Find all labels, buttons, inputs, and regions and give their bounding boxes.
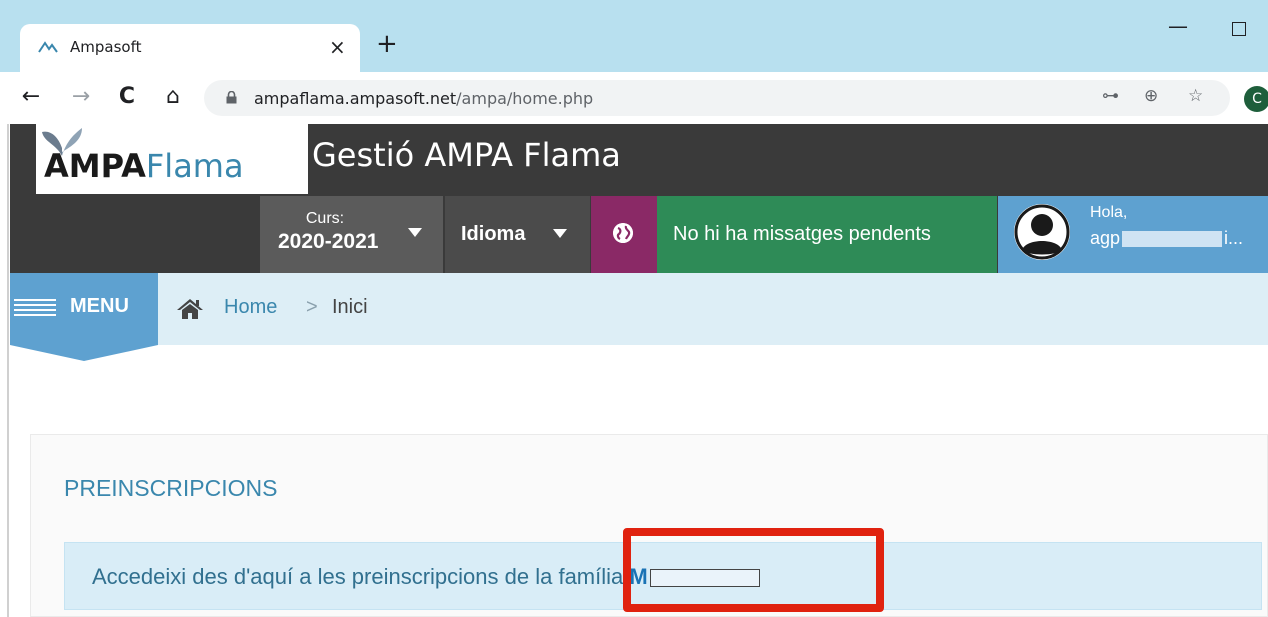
user-menu[interactable]: Hola, agp i... [998, 196, 1268, 273]
profile-avatar[interactable]: C [1244, 86, 1268, 112]
app-title: Gestió AMPA Flama [312, 136, 621, 174]
panel-title: PREINSCRIPCIONS [64, 475, 278, 501]
breadcrumb: MENU Home > Inici [10, 273, 1268, 345]
forward-arrow-icon[interactable]: → [66, 82, 96, 112]
username-prefix: agp [1090, 228, 1121, 248]
url-host: ampaflama.ampasoft.net [254, 89, 457, 108]
menu-button[interactable]: MENU [10, 273, 158, 345]
globe-icon [613, 223, 633, 243]
breadcrumb-separator: > [306, 296, 318, 318]
page-left-border [7, 124, 9, 617]
messages-status[interactable]: No hi ha missatges pendents [657, 196, 997, 273]
url-path: /ampa/home.php [456, 89, 594, 108]
url-text: ampaflama.ampasoft.net/ampa/home.php [254, 89, 593, 108]
app-header: AMPAFlama Gestió AMPA Flama [10, 124, 1268, 196]
screenshot-root: Ampasoft × + — ← → C ⌂ ampaflama.ampasof… [0, 0, 1268, 617]
idioma-label: Idioma [461, 223, 526, 245]
username-suffix: i... [1224, 228, 1244, 248]
tab-close-icon[interactable]: × [329, 35, 346, 59]
highlight-annotation [623, 528, 884, 612]
reload-icon[interactable]: C [112, 82, 142, 112]
messages-label: No hi ha missatges pendents [673, 223, 931, 245]
curs-dropdown[interactable]: Curs: 2020-2021 [260, 196, 443, 273]
browser-tab-bar: Ampasoft × + — [0, 0, 1268, 72]
logo-ampa: AMPA [44, 147, 146, 185]
key-icon[interactable]: ⊶ [1102, 86, 1119, 106]
logo-text: AMPAFlama [44, 146, 244, 186]
zoom-icon[interactable]: ⊕ [1144, 86, 1158, 106]
globe-button[interactable] [591, 196, 657, 273]
ampa-flama-logo[interactable]: AMPAFlama [36, 124, 308, 194]
new-tab-button[interactable]: + [376, 30, 398, 58]
username-redaction [1122, 231, 1223, 248]
tab-title: Ampasoft [70, 38, 142, 56]
back-arrow-icon[interactable]: ← [16, 82, 46, 112]
curs-chevron-down-icon [408, 228, 422, 237]
username: agp i... [1090, 228, 1243, 249]
window-maximize-button[interactable] [1232, 22, 1246, 36]
window-minimize-button[interactable]: — [1168, 14, 1188, 38]
home-button-icon[interactable]: ⌂ [158, 82, 188, 112]
breadcrumb-current: Inici [332, 296, 368, 318]
browser-tab[interactable]: Ampasoft × [20, 24, 360, 72]
home-icon [177, 299, 203, 319]
alert-message: Accedeixi des d'aquí a les preinscripcio… [92, 564, 630, 589]
curs-label: Curs: [305, 210, 345, 227]
idioma-chevron-down-icon [553, 229, 567, 238]
logo-flama: Flama [145, 147, 244, 185]
bookmark-star-icon[interactable]: ☆ [1188, 86, 1203, 106]
hamburger-icon [14, 299, 56, 316]
breadcrumb-home-link[interactable]: Home [224, 296, 277, 319]
browser-toolbar: ← → C ⌂ ampaflama.ampasoft.net/ampa/home… [0, 72, 1268, 124]
app-subbar: Curs: 2020-2021 Idioma No hi ha missatge… [10, 196, 1268, 273]
ampasoft-favicon-icon [38, 41, 58, 53]
lock-icon [226, 91, 237, 104]
idioma-dropdown[interactable]: Idioma [445, 196, 590, 273]
menu-button-tail [10, 345, 158, 361]
address-bar[interactable]: ampaflama.ampasoft.net/ampa/home.php ⊶ ⊕… [204, 80, 1230, 116]
curs-value: 2020-2021 [278, 230, 379, 253]
menu-label: MENU [70, 295, 129, 317]
user-avatar-icon [1014, 204, 1070, 260]
greeting: Hola, [1090, 204, 1128, 221]
